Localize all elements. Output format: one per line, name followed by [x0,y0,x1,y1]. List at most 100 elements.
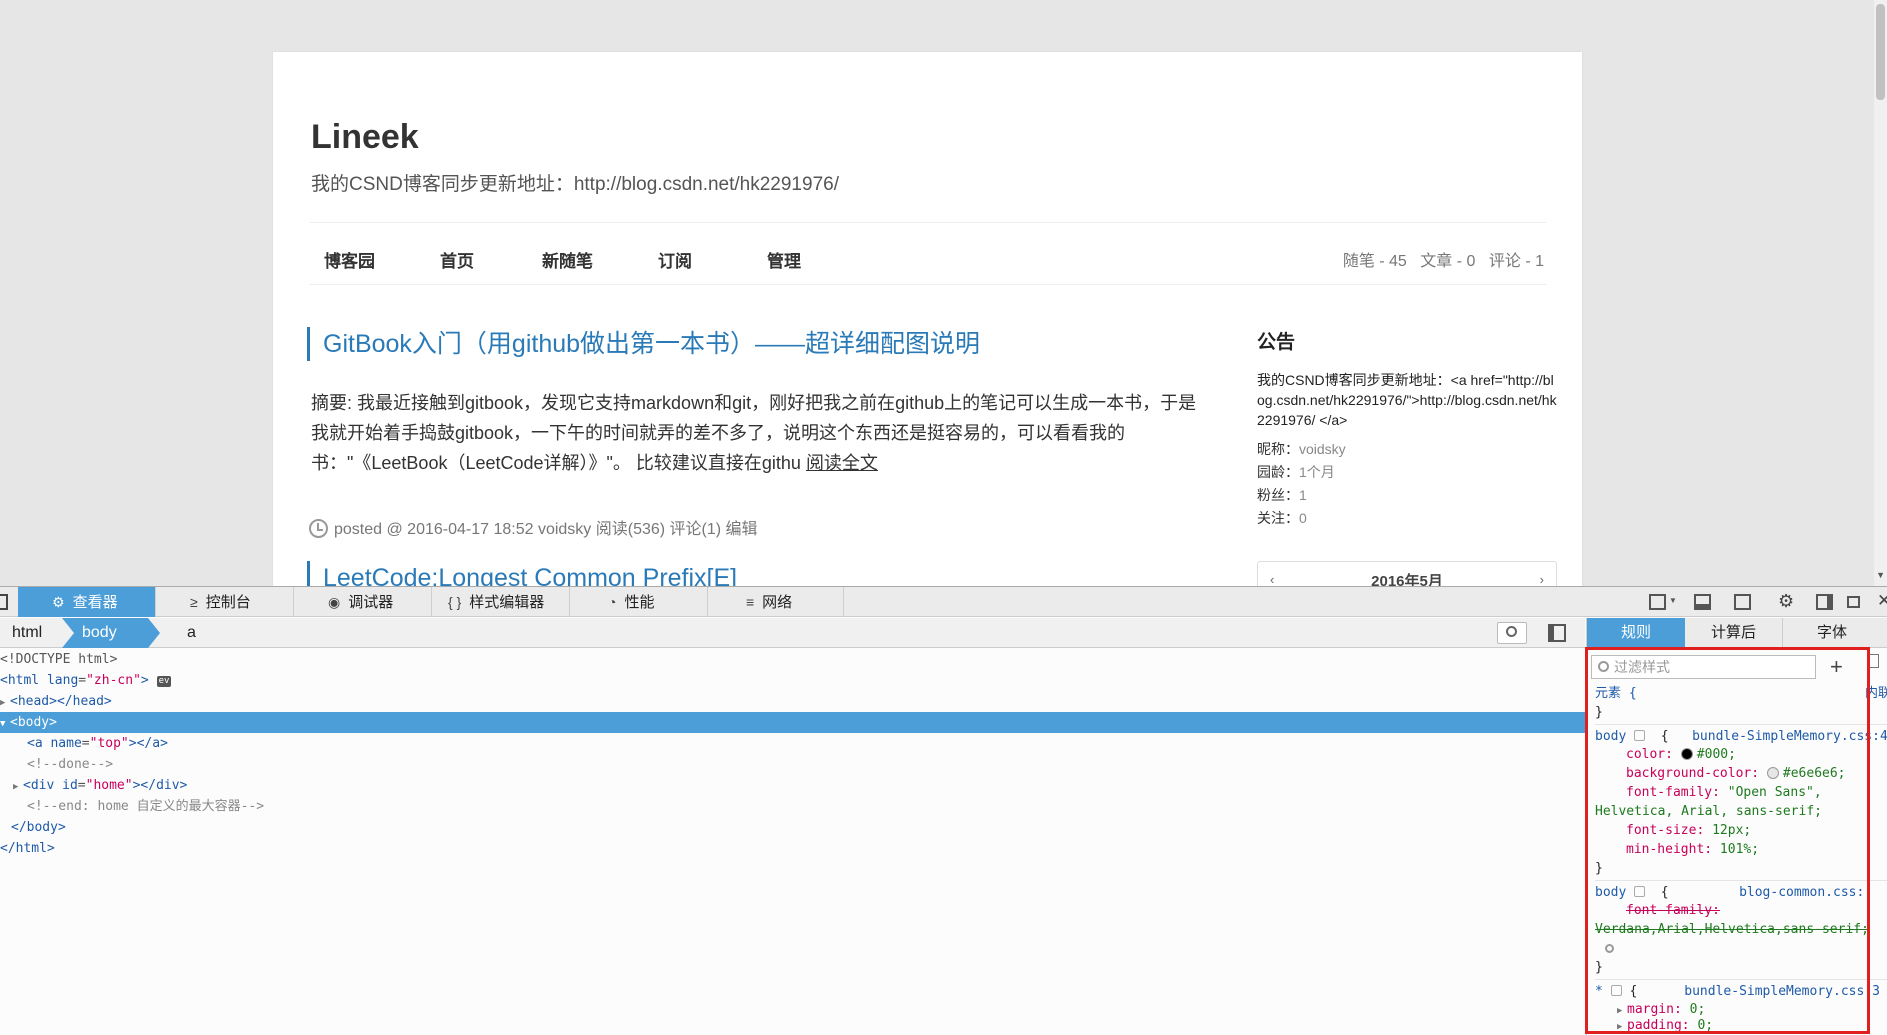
nav-item-new-post[interactable]: 新随笔 [542,247,593,272]
fans-value[interactable]: 1 [1299,487,1307,503]
markup-comment-end[interactable]: <!--end: home 自定义的最大容器--> [0,796,1585,817]
markup-comment-done[interactable]: <!--done--> [0,754,1585,775]
notice-text: 我的CSND博客同步更新地址：<a href="http://blog.csdn… [1257,372,1557,428]
tab-network[interactable]: ≡ 网络 [708,587,844,617]
rule-body-1[interactable]: body { bundle-SimpleMemory.css:4 [1595,724,1887,744]
undock-window-icon[interactable] [1847,596,1860,608]
breadcrumb-a[interactable]: a [187,618,196,648]
chevron-down-icon[interactable]: ▼ [1669,596,1677,605]
settings-gear-icon[interactable]: ⚙ [1778,591,1794,612]
page-viewport: Lineek 我的CSND博客同步更新地址：http://blog.csdn.n… [0,0,1887,586]
nav-item-cnblogs[interactable]: 博客园 [324,247,375,272]
rule-gear-icon[interactable] [1610,985,1622,996]
prop-color: color: [1626,747,1673,762]
tab-debugger[interactable]: ◉ 调试器 [294,587,432,617]
markup-anchor[interactable]: <a name="top"></a> [0,733,1585,754]
markup-html-open[interactable]: <html lang="zh-cn"> ev [0,670,1585,691]
a-tag: <a [27,736,43,751]
add-rule-button[interactable]: + [1830,654,1843,680]
tab-fonts[interactable]: 字体 [1783,618,1881,648]
rule-body-2-close: } [1595,960,1603,975]
source-link-simplememory-3[interactable]: bundle-SimpleMemory.css:3 [1684,984,1880,999]
color-swatch-black[interactable] [1680,748,1693,760]
prop-margin: margin: [1627,1002,1682,1017]
decl-bg-color[interactable]: background-color: #e6e6e6; [1626,764,1846,783]
val-color: #000; [1696,747,1736,762]
dock-side-icon[interactable] [1816,594,1833,610]
markup-div-home[interactable]: ▶ <div id="home"></div> [0,775,1585,796]
toggle-pseudo-class-icon[interactable] [1867,654,1879,668]
decl-padding[interactable]: ▶ padding: 0; [1617,1016,1713,1035]
calendar-next-button[interactable]: › [1540,572,1544,586]
markup-search-button[interactable] [1497,622,1527,644]
html-tag-bracket: > [140,673,149,688]
prop-bg-color: background-color: [1626,766,1760,781]
source-link-simplememory[interactable]: bundle-SimpleMemory.css:4 [1692,729,1887,744]
nav-item-subscribe[interactable]: 订阅 [658,247,692,272]
markup-html-close[interactable]: </html> [0,838,1585,859]
follow-value[interactable]: 0 [1299,510,1307,526]
tab-style-editor[interactable]: { } 样式编辑器 [432,587,570,617]
decl-min-height[interactable]: min-height: 101%; [1626,840,1759,859]
breadcrumb-body[interactable]: body [62,618,160,648]
responsive-mode-icon[interactable] [1649,594,1666,610]
expand-arrow-icon[interactable]: ▶ [1617,1018,1627,1035]
collapse-arrow-icon[interactable]: ▼ [0,714,10,735]
toggle-sidebar-icon[interactable] [1548,624,1566,642]
event-badge[interactable]: ev [156,676,172,687]
tab-inspector[interactable]: ⚙ 查看器 [18,587,156,617]
markup-body-open-selected[interactable]: ▼ <body> [0,712,1585,733]
nav-item-manage[interactable]: 管理 [767,247,801,272]
div-tag: <div [23,778,55,793]
close-icon[interactable]: ✕ [1877,591,1887,611]
breadcrumb-html[interactable]: html [12,618,62,648]
magnifier-icon[interactable] [1605,944,1614,953]
markup-doctype[interactable]: <!DOCTYPE html> [0,649,1585,670]
profile-age: 园龄：1个月 [1257,461,1557,484]
post-title-gitbook[interactable]: GitBook入门（用github做出第一本书）——超详细配图说明 [307,327,980,361]
val-padding: 0; [1697,1018,1714,1033]
markup-head[interactable]: ▶ <head></head> [0,691,1585,712]
filter-styles-input[interactable]: 过滤样式 [1591,655,1816,679]
rule-body-2[interactable]: body { blog-common.css: [1595,880,1887,900]
dock-bottom-icon[interactable] [1694,594,1711,610]
tab-performance[interactable]: ◔ 性能 [570,587,708,617]
rule-universal[interactable]: * { bundle-SimpleMemory.css:3 [1595,979,1887,999]
age-value[interactable]: 1个月 [1299,464,1335,480]
scroll-down-arrow-icon[interactable]: ▼ [1876,570,1885,580]
read-more-link[interactable]: 阅读全文 [806,453,878,473]
tab-console[interactable]: ≥ 控制台 [156,587,294,617]
decl-color[interactable]: color: #000; [1626,745,1736,764]
rule-element-close: } [1595,705,1603,720]
pick-element-icon[interactable] [0,594,8,610]
screenshot-icon[interactable] [1734,594,1751,610]
expand-arrow-icon[interactable]: ▶ [0,693,10,714]
page-scrollbar[interactable]: ▼ [1874,0,1887,586]
rule-gear-icon[interactable] [1634,886,1646,897]
expand-arrow-icon[interactable]: ▶ [13,777,23,798]
markup-body-close[interactable]: </body> [0,817,1585,838]
val-min-height: 101%; [1719,842,1760,857]
prop-font-size: font-size: [1626,823,1705,838]
post-footer: posted @ 2016-04-17 18:52 voidsky 阅读(536… [309,515,758,539]
color-swatch-gray[interactable] [1766,767,1779,779]
rule-gear-icon[interactable] [1634,730,1646,741]
tab-rules[interactable]: 规则 [1587,618,1685,648]
search-icon [1598,661,1609,672]
tab-performance-label: 性能 [624,594,655,611]
tab-computed[interactable]: 计算后 [1685,618,1783,648]
page-scrollbar-thumb[interactable] [1876,4,1885,100]
decl-font-family[interactable]: font-family: "Open Sans", [1626,783,1822,802]
nav-item-home[interactable]: 首页 [440,247,474,272]
prop-font-family-struck: font-family: [1626,903,1720,918]
inline-source-link[interactable]: 内联 [1865,684,1887,703]
source-link-blog-common[interactable]: blog-common.css: [1739,885,1864,900]
decl-font-family-cont: Helvetica, Arial, sans-serif; [1595,802,1822,821]
blog-title[interactable]: Lineek [311,118,419,157]
decl-font-family-overridden[interactable]: font-family: [1626,901,1720,920]
decl-font-size[interactable]: font-size: 12px; [1626,821,1751,840]
post-title-leetcode[interactable]: LeetCode:Longest Common Prefix[E] [307,561,737,586]
sidebar: 公告 我的CSND博客同步更新地址：<a href="http://blog.c… [1257,327,1557,530]
nickname-value[interactable]: voidsky [1299,441,1346,457]
a-name-attr: name [50,736,82,751]
